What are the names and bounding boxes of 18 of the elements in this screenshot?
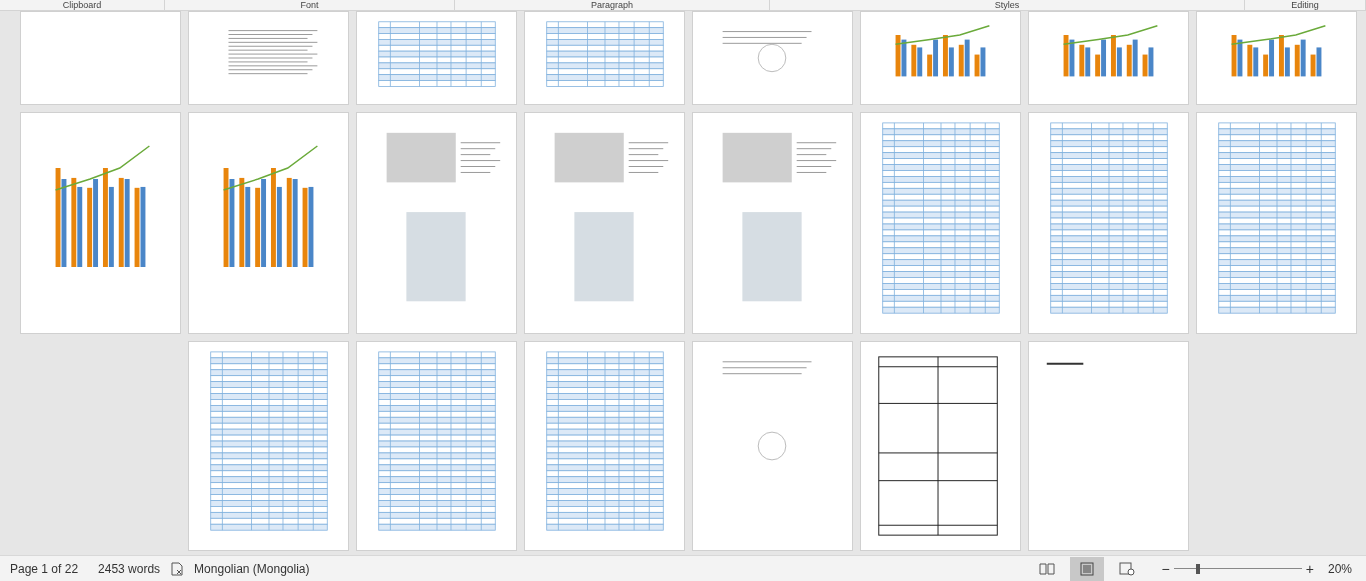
ribbon-group-label: Clipboard <box>62 0 102 10</box>
zoom-out-button[interactable]: − <box>1157 561 1174 576</box>
slider-thumb[interactable] <box>1196 563 1201 574</box>
zoom-level: 20% <box>1326 560 1353 578</box>
zoom-in-button[interactable]: + <box>1301 561 1318 576</box>
language-label: Mongolian (Mongolia) <box>193 560 311 578</box>
ribbon-group-label: Font <box>300 0 319 10</box>
zoom-slider[interactable] <box>1173 563 1302 574</box>
page-lines-icon <box>1079 561 1094 576</box>
print-layout-button[interactable] <box>1069 556 1104 581</box>
ribbon-group-label: Editing <box>1291 0 1319 10</box>
ribbon-group-label: Paragraph <box>591 0 633 10</box>
proofing-icon[interactable] <box>170 561 185 576</box>
open-book-icon <box>1038 561 1055 576</box>
page-count: Page 1 of 22 <box>9 560 80 578</box>
page-globe-icon <box>1118 561 1135 576</box>
word-count: 2453 words <box>97 560 162 578</box>
ribbon-group-label: Styles <box>994 0 1020 10</box>
